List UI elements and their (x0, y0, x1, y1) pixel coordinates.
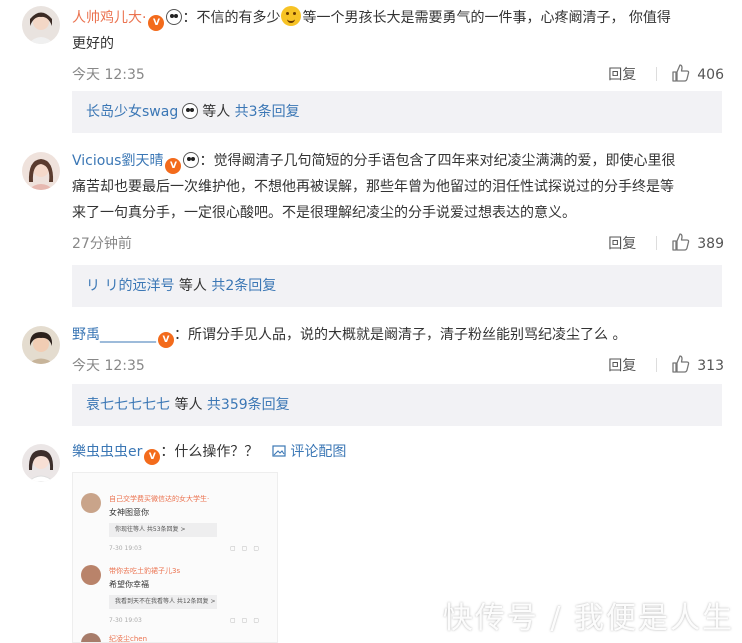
avatar[interactable] (22, 152, 60, 190)
comment-text: 痛苦却也要最后一次维护他，不想他再被误解，那些年曾为他留过的泪任性试探说过的分手… (72, 179, 674, 195)
vip-badge-icon: V (165, 158, 182, 174)
reply-button[interactable]: 回复 (608, 67, 636, 83)
comment-text: 等一个男孩长大是需要勇气的一件事，心疼阚清子， 你值得 (302, 10, 671, 26)
avatar[interactable] (22, 444, 60, 482)
reply-suffix: 等人 (178, 278, 207, 294)
thumb-text: 女神图意你 (109, 508, 149, 517)
divider (656, 67, 658, 81)
like-button[interactable]: 313 (671, 354, 724, 378)
username[interactable]: 樂虫虫虫er (72, 444, 142, 460)
avatar (81, 565, 101, 585)
like-count: 406 (697, 67, 724, 83)
thumb-text: 希望你幸福 (109, 580, 149, 589)
thumbs-up-icon (672, 233, 690, 251)
thumbs-up-icon (672, 355, 690, 373)
comment-image-link[interactable]: 评论配图 (272, 444, 346, 460)
reply-suffix: 等人 (174, 397, 203, 413)
comment-image-label: 评论配图 (290, 444, 347, 460)
avatar[interactable] (22, 6, 60, 44)
reply-summary: 袁七七七七七 等人 共359条回复 (72, 384, 722, 426)
avatar[interactable] (22, 326, 60, 364)
username[interactable]: Vicious劉天晴 (72, 153, 163, 169)
username[interactable]: 野禹________ (72, 327, 156, 343)
like-button[interactable]: 406 (671, 63, 724, 87)
thumb-username: 带你去吃土豹裙子儿3s (109, 567, 181, 575)
thumb-reply-box: 我看到天不在我看等人 共12条回复 > (109, 595, 217, 609)
thumb-username: 自己交学费买微信达的女大学生· (109, 495, 210, 503)
reply-count-link[interactable]: 共2条回复 (211, 278, 276, 294)
comment-text: ：什么操作？？ (160, 444, 259, 460)
vip-badge-icon: V (158, 332, 174, 348)
watermark: 快传号 / 我便是人生 (442, 601, 734, 636)
smiley-emoji-icon (281, 6, 302, 26)
reply-user-link[interactable]: 长岛少女swag (86, 104, 178, 120)
panda-badge-icon (166, 9, 183, 25)
timestamp: 今天 12:35 (72, 67, 145, 83)
panda-badge-icon (182, 103, 199, 119)
avatar (81, 493, 101, 513)
reply-count-link[interactable]: 共359条回复 (207, 397, 290, 413)
reply-user-link[interactable]: 袁七七七七七 (86, 397, 170, 413)
timestamp: 27分钟前 (72, 236, 132, 252)
reply-count-link[interactable]: 共3条回复 (235, 104, 300, 120)
thumb-time: 7-30 19:03 (109, 545, 142, 552)
like-button[interactable]: 389 (671, 232, 724, 256)
thumb-time: 7-30 19:03 (109, 617, 142, 624)
divider (656, 358, 658, 372)
reply-summary: リ リ的远洋号 等人 共2条回复 (72, 265, 722, 307)
thumb-reply-box: 你现往等人 共53条回复 > (109, 523, 217, 537)
thumb-actions: ▢▢▢ (229, 617, 265, 624)
reply-suffix: 等人 (202, 104, 231, 120)
thumb-username: 纪凌尘chen (109, 635, 148, 643)
reply-summary: 长岛少女swag 等人 共3条回复 (72, 91, 722, 133)
vip-badge-icon: V (148, 15, 165, 31)
like-count: 389 (697, 236, 724, 252)
username[interactable]: 人帅鸡儿大· (72, 10, 146, 26)
image-icon (272, 445, 286, 457)
comment-text: ：所谓分手见人品，说的大概就是阚清子，清子粉丝能别骂纪凌尘了么 。 (174, 327, 627, 343)
reply-user-link[interactable]: リ リ的远洋号 (86, 278, 174, 294)
thumb-actions: ▢▢▢ (229, 545, 265, 552)
comment-text: ：觉得阚清子几句简短的分手语包含了四年来对纪凌尘满满的爱，即使心里很 (199, 153, 676, 169)
divider (656, 236, 658, 250)
comment-text: 来了一句真分手，一定很心酸吧。不是很理解纪凌尘的分手说爱过想表达的意义。 (72, 205, 576, 221)
avatar (81, 633, 101, 642)
comment-text: 更好的 (72, 36, 114, 52)
panda-badge-icon (183, 152, 200, 168)
thumbs-up-icon (672, 64, 690, 82)
reply-button[interactable]: 回复 (608, 236, 636, 252)
reply-button[interactable]: 回复 (608, 358, 636, 374)
vip-badge-icon: V (144, 449, 161, 465)
like-count: 313 (697, 358, 724, 374)
timestamp: 今天 12:35 (72, 358, 145, 374)
comment-image-thumbnail[interactable]: 自己交学费买微信达的女大学生· 女神图意你 你现往等人 共53条回复 > 7-3… (72, 472, 278, 643)
comment-text: ：不信的有多少 (182, 10, 281, 26)
